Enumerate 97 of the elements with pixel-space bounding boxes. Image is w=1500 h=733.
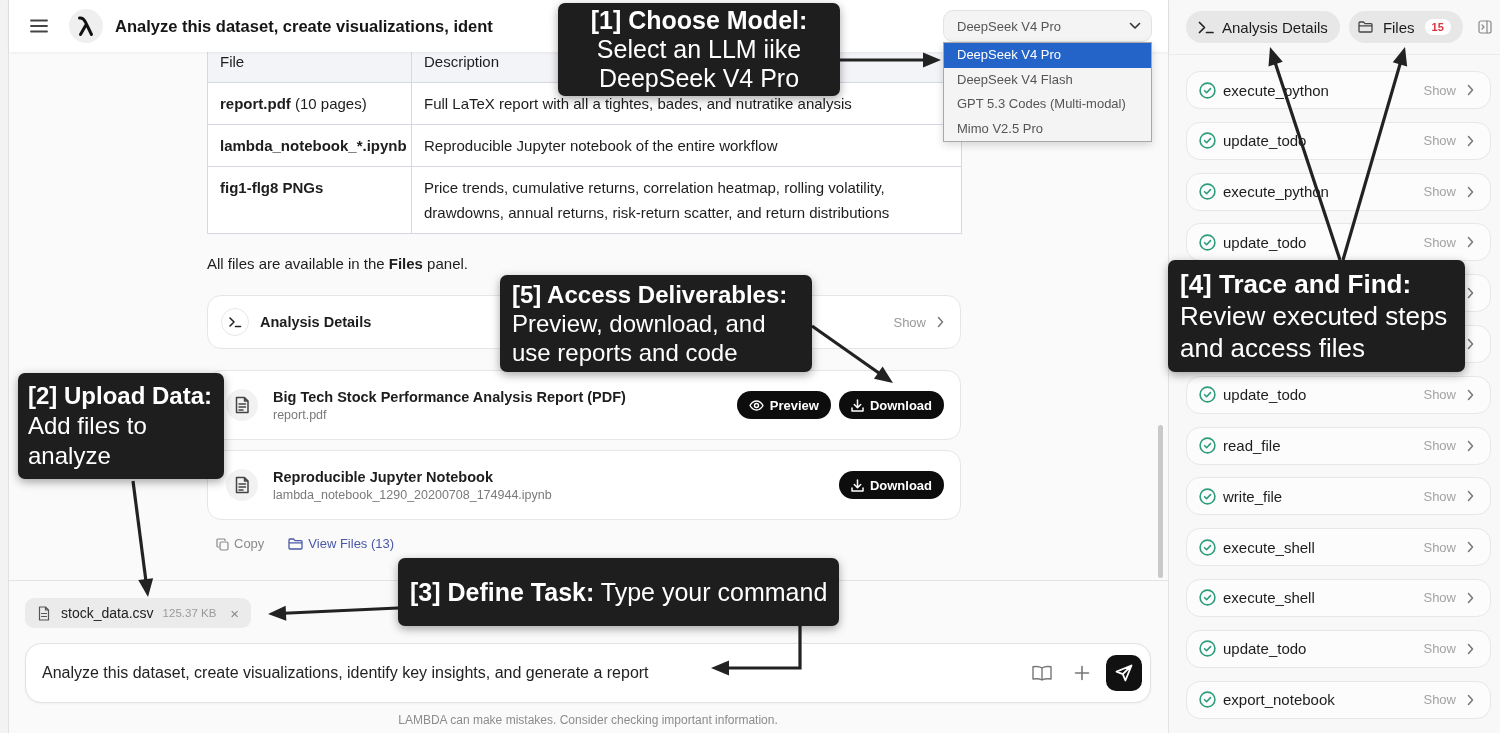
message-field[interactable]: Analyze this dataset, create visualizations, identify key insights, and generate a report	[25, 643, 1151, 703]
send-button[interactable]	[1106, 655, 1142, 691]
file-name: lambda_notebook_*.ipynb	[220, 137, 407, 154]
step-name: update_todo	[1223, 640, 1307, 658]
file-note: (10 pages)	[295, 95, 367, 112]
chevron-right-icon	[1467, 338, 1474, 350]
download-button[interactable]: Download	[838, 471, 944, 499]
message-input[interactable]: Analyze this dataset, create visualizations, identify key insights, and generate a report	[42, 661, 1022, 685]
menu-icon	[30, 19, 48, 33]
check-circle-icon	[1199, 233, 1216, 251]
step-name: update_todo	[1223, 233, 1307, 251]
menu-button[interactable]	[30, 19, 48, 33]
chevron-right-icon	[1467, 693, 1474, 706]
step-card[interactable]: read_file Show	[1186, 426, 1491, 465]
download-button[interactable]: Download	[838, 391, 944, 419]
chevron-right-icon	[937, 316, 944, 328]
chat-title: Analyze this dataset, create visualizations, ident	[115, 16, 493, 36]
sidebar-toggle-button[interactable]	[1478, 20, 1492, 34]
file-name: report.pdf	[273, 407, 327, 422]
sidebar-toggle-icon	[1478, 20, 1492, 34]
check-circle-icon	[1199, 487, 1216, 505]
check-circle-icon	[1199, 691, 1216, 709]
step-card[interactable]: execute_shell Show	[1186, 528, 1491, 567]
chevron-right-icon	[1467, 84, 1474, 96]
check-circle-icon	[1199, 640, 1216, 658]
document-icon	[226, 469, 258, 501]
download-icon	[850, 478, 864, 492]
step-name: export_notebook	[1223, 691, 1335, 709]
download-icon	[850, 398, 864, 412]
callout-tooltip: [2] Upload Data: Add files to analyze	[18, 373, 224, 479]
copy-icon	[216, 537, 229, 551]
chevron-right-icon	[1467, 642, 1474, 655]
file-name: lambda_notebook_1290_20200708_174944.ipynb	[273, 487, 552, 502]
callout-tooltip: [3] Define Task: Type your command	[398, 558, 840, 626]
view-files-link[interactable]: View Files (13)	[288, 535, 395, 553]
file-title: Reproducible Jupyter Notebook	[273, 468, 493, 485]
document-icon	[226, 389, 258, 421]
files-note: All files are available in the Files panel.	[207, 254, 468, 274]
callout-tooltip: [5] Access Deliverables: Preview, download, and use reports and code	[500, 275, 812, 372]
chevron-right-icon	[1467, 490, 1474, 503]
eye-icon	[748, 399, 764, 411]
check-circle-icon	[1199, 538, 1216, 556]
lambda-icon	[69, 9, 103, 43]
step-card[interactable]: update_todo Show	[1186, 223, 1491, 262]
table-cell: Price trends, cumulative returns, correlation heatmap, rolling volatility, drawdowns, annual returns, risk-return scatter, and return distributions	[411, 166, 962, 234]
chevron-right-icon	[1467, 287, 1474, 300]
check-circle-icon	[1199, 386, 1216, 404]
send-icon	[1115, 664, 1133, 682]
step-card[interactable]: update_todo Show	[1186, 629, 1491, 668]
file-icon	[38, 605, 50, 621]
file-name: report.pdf	[220, 95, 291, 112]
chevron-right-icon	[1467, 236, 1474, 249]
model-select[interactable]: DeepSeek V4 Pro	[943, 10, 1152, 42]
plus-icon	[1074, 665, 1090, 681]
check-circle-icon	[1199, 183, 1216, 201]
step-name: execute_shell	[1223, 538, 1315, 556]
chevron-right-icon	[1467, 388, 1474, 401]
model-option[interactable]: DeepSeek V4 Pro	[944, 43, 1151, 68]
step-card[interactable]: export_notebook Show	[1186, 680, 1491, 719]
file-name: stock_data.csv	[61, 605, 154, 621]
add-button[interactable]	[1074, 665, 1090, 681]
chevron-right-icon	[1467, 541, 1474, 554]
step-name: read_file	[1223, 437, 1281, 455]
chevron-right-icon	[1467, 439, 1474, 452]
column-header: File	[207, 52, 412, 83]
chevron-right-icon	[1467, 134, 1474, 147]
terminal-icon	[1198, 20, 1214, 34]
check-circle-icon	[1199, 132, 1216, 150]
files-button[interactable]: Files 15	[1348, 11, 1463, 43]
book-icon	[1032, 665, 1052, 681]
scrollbar-thumb[interactable]	[1158, 425, 1163, 578]
card-title: Analysis Details	[260, 314, 372, 330]
book-button[interactable]	[1032, 665, 1052, 681]
callout-tooltip: [4] Trace and Find: Review executed steps and access files	[1168, 260, 1465, 372]
step-name: execute_shell	[1223, 589, 1315, 607]
step-card[interactable]: update_todo Show	[1186, 375, 1491, 414]
step-name: update_todo	[1223, 386, 1307, 404]
chevron-down-icon	[1129, 22, 1141, 30]
file-name: fig1-flg8 PNGs	[220, 179, 324, 196]
check-circle-icon	[1199, 589, 1216, 607]
preview-button[interactable]: Preview	[736, 391, 831, 419]
check-circle-icon	[1199, 437, 1216, 455]
analysis-details-button[interactable]: Analysis Details	[1186, 11, 1340, 43]
step-card[interactable]: write_file Show	[1186, 477, 1491, 516]
folder-icon	[1357, 21, 1373, 33]
step-name: write_file	[1223, 487, 1283, 505]
folder-icon	[288, 538, 304, 550]
count-badge: 15	[1424, 19, 1451, 35]
chevron-right-icon	[1467, 591, 1474, 604]
file-title: Big Tech Stock Performance Analysis Report (PDF)	[273, 388, 626, 405]
chevron-right-icon	[1467, 185, 1474, 198]
terminal-icon	[221, 308, 249, 336]
callout-tooltip: [1] Choose Model: Select an LLM iike DeepSeek V4 Pro	[558, 3, 840, 96]
disclaimer-text: LAMBDA can make mistakes. Consider checking important information.	[397, 713, 779, 727]
check-circle-icon	[1199, 81, 1216, 99]
file-size: 125.37 KB	[162, 607, 217, 619]
step-card[interactable]: execute_shell Show	[1186, 578, 1491, 617]
